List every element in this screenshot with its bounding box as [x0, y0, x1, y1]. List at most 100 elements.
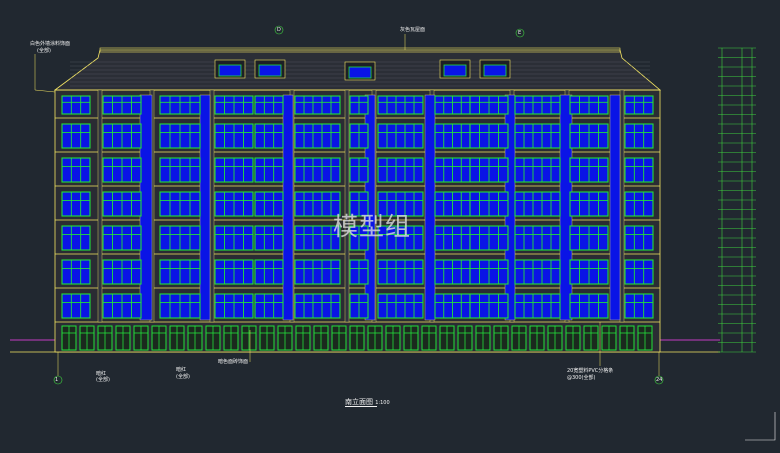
window-f1-b8 [377, 95, 424, 115]
garage-door [637, 325, 653, 351]
window-f1-b1 [61, 95, 91, 115]
window-f7-b9 [434, 293, 471, 319]
window-f4-b5 [254, 191, 284, 217]
dormer-window-1 [218, 64, 242, 77]
window-f3-b5 [254, 157, 284, 183]
window-f1-b7 [349, 95, 369, 115]
garage-door [313, 325, 329, 351]
window-f6-b1 [61, 259, 91, 285]
window-f2-b1 [61, 123, 91, 149]
garage-door [421, 325, 437, 351]
window-f2-b8 [377, 123, 424, 149]
garage-door [241, 325, 257, 351]
garage-door [403, 325, 419, 351]
window-f4-b11 [514, 191, 561, 217]
garage-door [385, 325, 401, 351]
annotation-pvc-strip: 20宽塑料PVC分格条 [567, 368, 614, 374]
window-f1-b3 [159, 95, 201, 115]
window-f7-b12 [569, 293, 609, 319]
pier-5 [344, 89, 350, 323]
window-f1-b2 [102, 95, 142, 115]
window-f5-b11 [514, 225, 561, 251]
window-f5-b1 [61, 225, 91, 251]
window-f4-b12 [569, 191, 609, 217]
window-f6-b8 [377, 259, 424, 285]
garage-door [79, 325, 95, 351]
window-f4-b3 [159, 191, 201, 217]
window-f2-b6 [294, 123, 341, 149]
window-f1-b13 [624, 95, 654, 115]
axis-label-top-b: E [518, 30, 522, 36]
window-f3-b7 [349, 157, 369, 183]
garage-door [547, 325, 563, 351]
window-f1-b5 [254, 95, 284, 115]
title-underline [345, 406, 377, 407]
window-f2-b3 [159, 123, 201, 149]
window-f7-b10 [469, 293, 509, 319]
window-f6-b11 [514, 259, 561, 285]
garage-door [439, 325, 455, 351]
window-f5-b3 [159, 225, 201, 251]
garage-door [475, 325, 491, 351]
window-f6-b4 [214, 259, 254, 285]
window-f1-b10 [469, 95, 509, 115]
window-f2-b11 [514, 123, 561, 149]
window-f6-b5 [254, 259, 284, 285]
glass-column-8 [609, 94, 621, 321]
window-f6-b6 [294, 259, 341, 285]
window-f7-b6 [294, 293, 341, 319]
window-f4-b9 [434, 191, 471, 217]
axis-label-left: 1 [55, 377, 59, 383]
window-f7-b11 [514, 293, 561, 319]
window-f6-b7 [349, 259, 369, 285]
window-f2-b10 [469, 123, 509, 149]
garage-door [619, 325, 635, 351]
window-f4-b13 [624, 191, 654, 217]
window-f7-b7 [349, 293, 369, 319]
garage-door [115, 325, 131, 351]
window-f3-b1 [61, 157, 91, 183]
window-f7-b3 [159, 293, 201, 319]
window-f4-b4 [214, 191, 254, 217]
annotation-pvc-strip-sub: @300(全部) [567, 375, 596, 381]
garage-door [151, 325, 167, 351]
window-f1-b6 [294, 95, 341, 115]
garage-door [565, 325, 581, 351]
window-f2-b9 [434, 123, 471, 149]
window-f1-b11 [514, 95, 561, 115]
window-f6-b2 [102, 259, 142, 285]
window-f5-b10 [469, 225, 509, 251]
window-f3-b11 [514, 157, 561, 183]
garage-door [601, 325, 617, 351]
garage-door [187, 325, 203, 351]
window-f4-b2 [102, 191, 142, 217]
glass-column-2 [199, 94, 211, 321]
pier-1 [97, 89, 103, 323]
window-f3-b12 [569, 157, 609, 183]
garage-door [331, 325, 347, 351]
window-f5-b9 [434, 225, 471, 251]
watermark: 模型组 [333, 212, 412, 241]
window-f3-b9 [434, 157, 471, 183]
annotation-red-2-sub: (全部) [176, 374, 190, 380]
annotation-roof-tile: 灰色瓦屋面 [400, 27, 426, 33]
dormer-window-5 [348, 66, 372, 79]
window-f3-b6 [294, 157, 341, 183]
garage-door [511, 325, 527, 351]
window-f2-b2 [102, 123, 142, 149]
dormer-window-2 [258, 64, 282, 77]
dormer-window-4 [483, 64, 507, 77]
window-f2-b13 [624, 123, 654, 149]
garage-door [277, 325, 293, 351]
window-f7-b13 [624, 293, 654, 319]
dormer-window-3 [443, 64, 467, 77]
garage-door [205, 325, 221, 351]
garage-door [97, 325, 113, 351]
glass-column-3 [282, 94, 294, 321]
window-f3-b13 [624, 157, 654, 183]
glass-column-1 [139, 94, 153, 321]
garage-door [133, 325, 149, 351]
garage-door [349, 325, 365, 351]
window-f1-b4 [214, 95, 254, 115]
window-f2-b7 [349, 123, 369, 149]
